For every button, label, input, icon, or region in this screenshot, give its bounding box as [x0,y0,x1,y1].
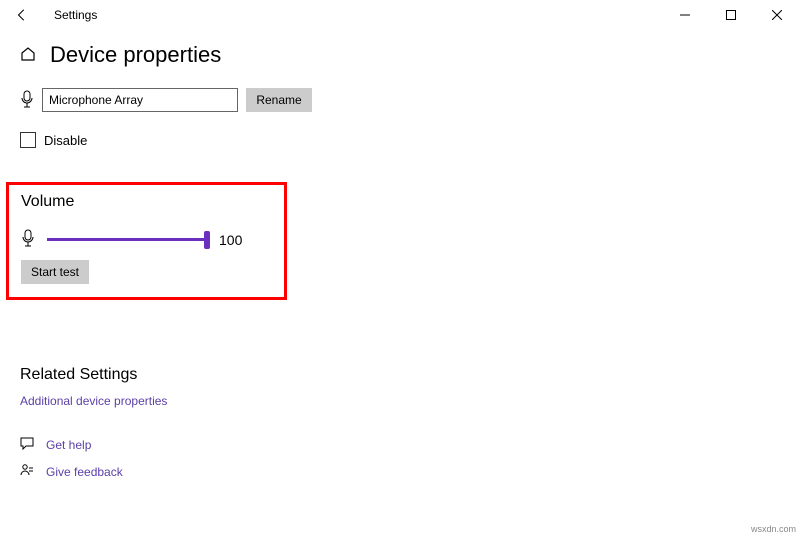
titlebar: Settings [0,0,800,30]
page-heading-row: Device properties [0,30,800,86]
window-controls [662,0,800,30]
related-settings-section: Related Settings Additional device prope… [0,300,800,408]
disable-label: Disable [44,133,87,148]
page-title: Device properties [50,42,221,68]
give-feedback-row: Give feedback [20,463,780,480]
start-test-button[interactable]: Start test [21,260,89,284]
minimize-button[interactable] [662,0,708,30]
volume-slider-row: 100 [21,229,272,250]
related-settings-heading: Related Settings [20,366,780,384]
get-help-row: Get help [20,436,780,453]
device-name-row: Rename [0,86,800,120]
help-section: Get help Give feedback [0,408,800,480]
feedback-icon [20,463,34,480]
get-help-link[interactable]: Get help [46,438,91,452]
rename-button[interactable]: Rename [246,88,312,112]
close-button[interactable] [754,0,800,30]
additional-device-properties-link[interactable]: Additional device properties [20,394,780,408]
volume-slider-thumb[interactable] [204,231,210,249]
chat-icon [20,436,34,453]
window-title: Settings [54,8,97,22]
microphone-icon [20,90,34,111]
disable-checkbox[interactable] [20,132,36,148]
maximize-button[interactable] [708,0,754,30]
disable-row: Disable [0,120,800,148]
volume-heading: Volume [21,193,272,211]
volume-slider[interactable] [47,238,207,241]
back-button[interactable] [12,5,32,25]
volume-section: Volume 100 Start test [6,182,287,300]
volume-value: 100 [219,232,242,248]
watermark: wsxdn.com [751,524,796,534]
home-icon[interactable] [20,46,36,65]
give-feedback-link[interactable]: Give feedback [46,465,123,479]
device-name-input[interactable] [42,88,238,112]
microphone-icon [21,229,35,250]
